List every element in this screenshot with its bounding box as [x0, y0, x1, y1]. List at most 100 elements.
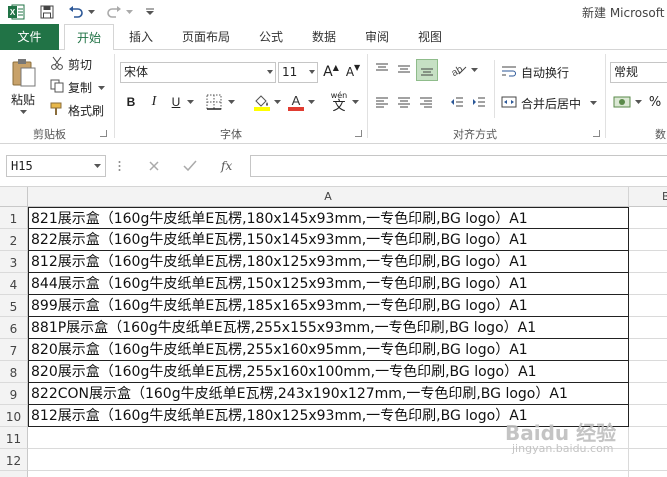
paste-button[interactable]: 粘贴: [11, 91, 35, 108]
tab-file[interactable]: 文件: [0, 24, 59, 50]
row-header[interactable]: 1: [0, 207, 28, 229]
cell-a[interactable]: 822展示盒（160g牛皮纸单E瓦楞,150x145x93mm,一专色印刷,BG…: [28, 229, 629, 251]
clipboard-launcher-icon[interactable]: [100, 130, 107, 137]
cut-icon[interactable]: [49, 55, 65, 71]
accounting-format-icon[interactable]: [612, 93, 632, 111]
paste-dropdown-icon[interactable]: [18, 108, 28, 116]
cell-a[interactable]: 881P展示盒（160g牛皮纸单E瓦楞,255x155x93mm,一专色印刷,B…: [28, 317, 629, 339]
cell-a[interactable]: 812展示盒（160g牛皮纸单E瓦楞,180x125x93mm,一专色印刷,BG…: [28, 251, 629, 273]
enter-icon[interactable]: [180, 158, 200, 174]
cell-b[interactable]: [629, 405, 667, 427]
copy-icon[interactable]: [49, 78, 65, 94]
tab-data[interactable]: 数据: [303, 24, 345, 50]
decrease-indent-icon[interactable]: [448, 93, 466, 111]
tab-home[interactable]: 开始: [64, 24, 114, 51]
increase-indent-icon[interactable]: [470, 93, 488, 111]
format-painter-button[interactable]: 格式刷: [68, 102, 104, 119]
select-all-corner[interactable]: [0, 187, 28, 207]
borders-icon[interactable]: [204, 93, 224, 111]
cell-b[interactable]: [629, 207, 667, 229]
formula-input[interactable]: [250, 155, 667, 177]
redo-dropdown-icon[interactable]: [124, 0, 134, 24]
row-header[interactable]: 12: [0, 449, 28, 471]
cell-a[interactable]: 821展示盒（160g牛皮纸单E瓦楞,180x145x93mm,一专色印刷,BG…: [28, 207, 629, 229]
font-name-combo[interactable]: 宋体: [120, 62, 276, 83]
cell-a[interactable]: [28, 471, 629, 477]
cell-b[interactable]: [629, 317, 667, 339]
row-header[interactable]: 9: [0, 383, 28, 405]
copy-dropdown-icon[interactable]: [96, 84, 106, 92]
name-box[interactable]: H15: [6, 155, 106, 177]
wrap-text-icon[interactable]: [500, 62, 518, 80]
align-center-icon[interactable]: [395, 93, 413, 111]
font-size-dropdown-icon[interactable]: [309, 70, 315, 74]
shrink-font-button[interactable]: A ▼: [344, 63, 362, 81]
tab-page-layout[interactable]: 页面布局: [176, 24, 236, 50]
fill-color-icon[interactable]: [252, 92, 272, 112]
font-color-dropdown-icon[interactable]: [306, 98, 316, 106]
wrap-text-button[interactable]: 自动换行: [521, 64, 569, 81]
font-name-dropdown-icon[interactable]: [267, 70, 273, 74]
cell-b[interactable]: [629, 339, 667, 361]
underline-button[interactable]: U: [168, 93, 184, 111]
align-left-icon[interactable]: [373, 93, 391, 111]
cell-b[interactable]: [629, 361, 667, 383]
borders-dropdown-icon[interactable]: [226, 98, 236, 106]
phonetic-dropdown-icon[interactable]: [350, 98, 360, 106]
redo-icon[interactable]: [104, 0, 124, 24]
grow-font-button[interactable]: A ▲: [322, 63, 340, 81]
paste-icon[interactable]: [8, 56, 40, 90]
row-header[interactable]: 8: [0, 361, 28, 383]
row-header[interactable]: 7: [0, 339, 28, 361]
percent-style-button[interactable]: %: [646, 93, 664, 111]
merge-center-button[interactable]: 合并后居中: [521, 95, 581, 112]
orientation-dropdown-icon[interactable]: [469, 66, 479, 74]
row-header[interactable]: 5: [0, 295, 28, 317]
tab-view[interactable]: 视图: [409, 24, 451, 50]
orientation-icon[interactable]: ab: [448, 60, 468, 78]
cell-a[interactable]: 822CON展示盒（160g牛皮纸单E瓦楞,243x190x127mm,一专色印…: [28, 383, 629, 405]
cut-button[interactable]: 剪切: [68, 56, 92, 73]
name-box-dropdown-icon[interactable]: [92, 162, 102, 170]
cell-b[interactable]: [629, 427, 667, 449]
cell-a[interactable]: 820展示盒（160g牛皮纸单E瓦楞,255x160x95mm,一专色印刷,BG…: [28, 339, 629, 361]
bold-button[interactable]: B: [123, 93, 139, 111]
merge-center-dropdown-icon[interactable]: [588, 99, 598, 107]
row-header[interactable]: 4: [0, 273, 28, 295]
number-format-combo[interactable]: 常规: [610, 62, 667, 83]
cell-b[interactable]: [629, 383, 667, 405]
row-header[interactable]: 11: [0, 427, 28, 449]
italic-button[interactable]: I: [146, 93, 162, 111]
undo-icon[interactable]: [66, 0, 86, 24]
underline-dropdown-icon[interactable]: [185, 98, 195, 106]
cell-b[interactable]: [629, 229, 667, 251]
column-header-b[interactable]: B: [629, 187, 667, 207]
tab-review[interactable]: 审阅: [356, 24, 398, 50]
fill-color-dropdown-icon[interactable]: [272, 98, 282, 106]
cell-a[interactable]: 820展示盒（160g牛皮纸单E瓦楞,255x160x100mm,一专色印刷,B…: [28, 361, 629, 383]
accounting-dropdown-icon[interactable]: [633, 98, 643, 106]
column-header-a[interactable]: A: [28, 187, 629, 207]
cell-b[interactable]: [629, 273, 667, 295]
copy-button[interactable]: 复制: [68, 79, 92, 96]
middle-align-icon[interactable]: [395, 60, 413, 78]
customize-qat-icon[interactable]: [144, 0, 156, 24]
merge-center-icon[interactable]: [500, 93, 518, 111]
tab-insert[interactable]: 插入: [120, 24, 162, 50]
cell-b[interactable]: [629, 251, 667, 273]
top-align-icon[interactable]: [373, 60, 391, 78]
cell-a[interactable]: 899展示盒（160g牛皮纸单E瓦楞,185x165x93mm,一专色印刷,BG…: [28, 295, 629, 317]
cell-b[interactable]: [629, 449, 667, 471]
alignment-launcher-icon[interactable]: [593, 130, 600, 137]
save-icon[interactable]: [37, 0, 57, 24]
tab-formulas[interactable]: 公式: [250, 24, 292, 50]
insert-function-button[interactable]: fx: [221, 155, 232, 177]
font-color-icon[interactable]: A: [286, 92, 306, 112]
bottom-align-icon[interactable]: [416, 59, 438, 81]
row-header[interactable]: 2: [0, 229, 28, 251]
font-launcher-icon[interactable]: [355, 130, 362, 137]
row-header[interactable]: 3: [0, 251, 28, 273]
font-size-combo[interactable]: 11: [278, 62, 318, 83]
formula-bar-grip-icon[interactable]: [116, 158, 122, 174]
row-header[interactable]: 6: [0, 317, 28, 339]
